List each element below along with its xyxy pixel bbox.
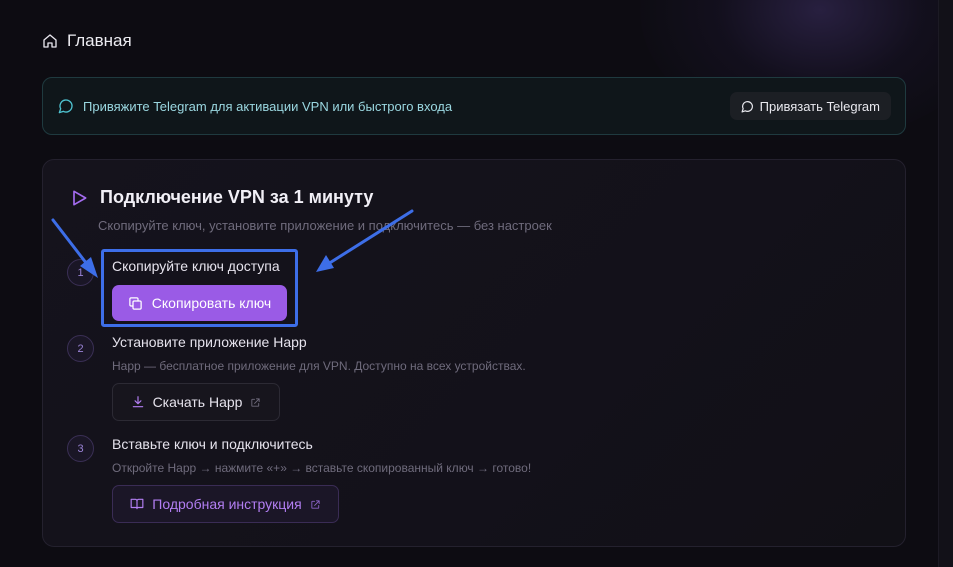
- detailed-guide-button-label: Подробная инструкция: [152, 496, 302, 512]
- link-telegram-button[interactable]: Привязать Telegram: [729, 92, 891, 120]
- telegram-banner-message: Привяжите Telegram для активации VPN или…: [58, 98, 452, 114]
- chat-bubble-icon: [741, 100, 753, 113]
- step-title: Установите приложение Happ: [112, 334, 307, 350]
- step-description: Откройте Happ → нажмите «+» → вставьте с…: [112, 461, 532, 475]
- link-telegram-button-label: Привязать Telegram: [759, 98, 880, 114]
- external-link-icon: [251, 397, 261, 407]
- page-header: Главная: [42, 31, 132, 51]
- card-header: Подключение VPN за 1 минуту: [69, 187, 373, 208]
- chat-bubble-icon: [58, 99, 73, 114]
- vpn-setup-card: Подключение VPN за 1 минуту Скопируйте к…: [42, 159, 906, 547]
- annotation-highlight-box: [101, 249, 298, 327]
- scrollbar[interactable]: [938, 0, 953, 567]
- page-title: Главная: [67, 31, 132, 50]
- card-subtitle: Скопируйте ключ, установите приложение и…: [98, 218, 552, 233]
- external-link-icon: [311, 499, 320, 509]
- download-icon: [132, 396, 143, 408]
- detailed-guide-button[interactable]: Подробная инструкция: [112, 485, 339, 523]
- step-number: 2: [67, 335, 94, 362]
- step-number: 1: [67, 259, 94, 286]
- card-title: Подключение VPN за 1 минуту: [100, 187, 374, 207]
- download-happ-button[interactable]: Скачать Happ: [112, 383, 280, 421]
- step-number: 3: [67, 435, 94, 462]
- telegram-banner-text: Привяжите Telegram для активации VPN или…: [83, 98, 453, 114]
- home-icon: [43, 34, 57, 48]
- download-happ-button-label: Скачать Happ: [152, 394, 243, 410]
- telegram-link-banner: Привяжите Telegram для активации VPN или…: [42, 77, 906, 135]
- play-icon: [73, 190, 87, 205]
- step-title: Вставьте ключ и подключитесь: [112, 436, 313, 452]
- book-icon: [130, 498, 144, 510]
- step-description: Happ — бесплатное приложение для VPN. До…: [112, 359, 526, 373]
